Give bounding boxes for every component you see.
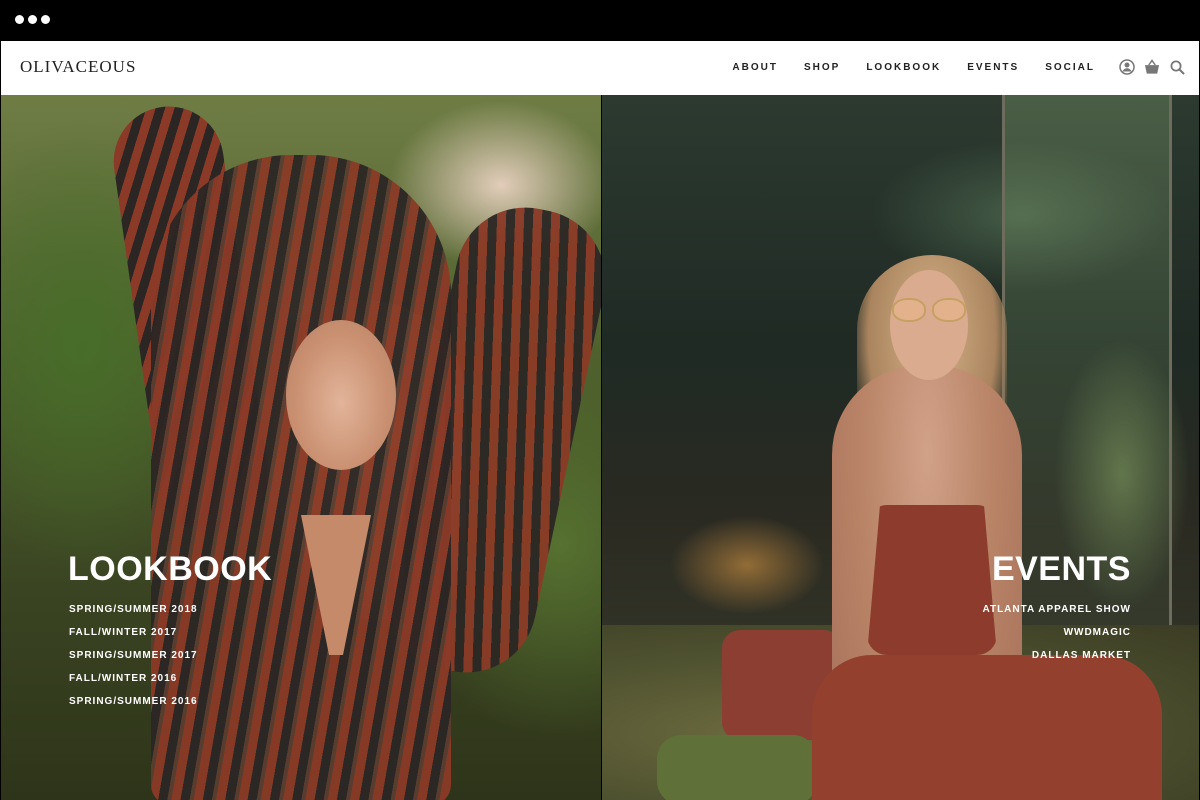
events-heading[interactable]: EVENTS [992, 550, 1131, 589]
events-panel[interactable]: EVENTS ATLANTA APPAREL SHOW WWDMAGIC DAL… [602, 95, 1199, 800]
halter-top-image [867, 505, 997, 655]
nav-shop[interactable]: SHOP [804, 62, 840, 73]
search-icon[interactable] [1169, 58, 1185, 76]
events-item[interactable]: WWDMAGIC [982, 621, 1131, 644]
main-nav: ABOUT SHOP LOOKBOOK EVENTS SOCIAL [706, 62, 1095, 73]
pants-image [812, 655, 1162, 800]
lens-shape [932, 298, 966, 322]
nav-about[interactable]: ABOUT [732, 62, 778, 73]
lookbook-item[interactable]: SPRING/SUMMER 2017 [69, 644, 198, 667]
sunglasses-image [890, 298, 968, 322]
events-list: ATLANTA APPAREL SHOW WWDMAGIC DALLAS MAR… [982, 598, 1131, 667]
basket-icon[interactable] [1144, 58, 1160, 76]
nav-events[interactable]: EVENTS [967, 62, 1019, 73]
lookbook-panel[interactable]: LOOKBOOK SPRING/SUMMER 2018 FALL/WINTER … [1, 95, 601, 800]
window-dot-icon[interactable] [15, 15, 24, 24]
lookbook-heading[interactable]: LOOKBOOK [68, 550, 272, 589]
lookbook-item[interactable]: FALL/WINTER 2017 [69, 621, 198, 644]
window-dot-icon[interactable] [41, 15, 50, 24]
events-item[interactable]: ATLANTA APPAREL SHOW [982, 598, 1131, 621]
pillow-image [657, 735, 817, 800]
lens-shape [892, 298, 926, 322]
header-tools [1119, 58, 1185, 76]
site-logo[interactable]: OLIVACEOUS [20, 57, 136, 77]
model-face-image [286, 320, 396, 470]
nav-social[interactable]: SOCIAL [1045, 62, 1095, 73]
lookbook-season-list: SPRING/SUMMER 2018 FALL/WINTER 2017 SPRI… [69, 598, 198, 713]
lookbook-item[interactable]: SPRING/SUMMER 2018 [69, 598, 198, 621]
model-face-image [890, 270, 968, 380]
user-icon[interactable] [1119, 58, 1135, 76]
events-item[interactable]: DALLAS MARKET [982, 644, 1131, 667]
window-dot-icon[interactable] [28, 15, 37, 24]
browser-chrome-bar [0, 0, 1200, 41]
site-header: OLIVACEOUS ABOUT SHOP LOOKBOOK EVENTS SO… [1, 41, 1199, 95]
nav-lookbook[interactable]: LOOKBOOK [866, 62, 941, 73]
lookbook-item[interactable]: SPRING/SUMMER 2016 [69, 690, 198, 713]
lookbook-item[interactable]: FALL/WINTER 2016 [69, 667, 198, 690]
